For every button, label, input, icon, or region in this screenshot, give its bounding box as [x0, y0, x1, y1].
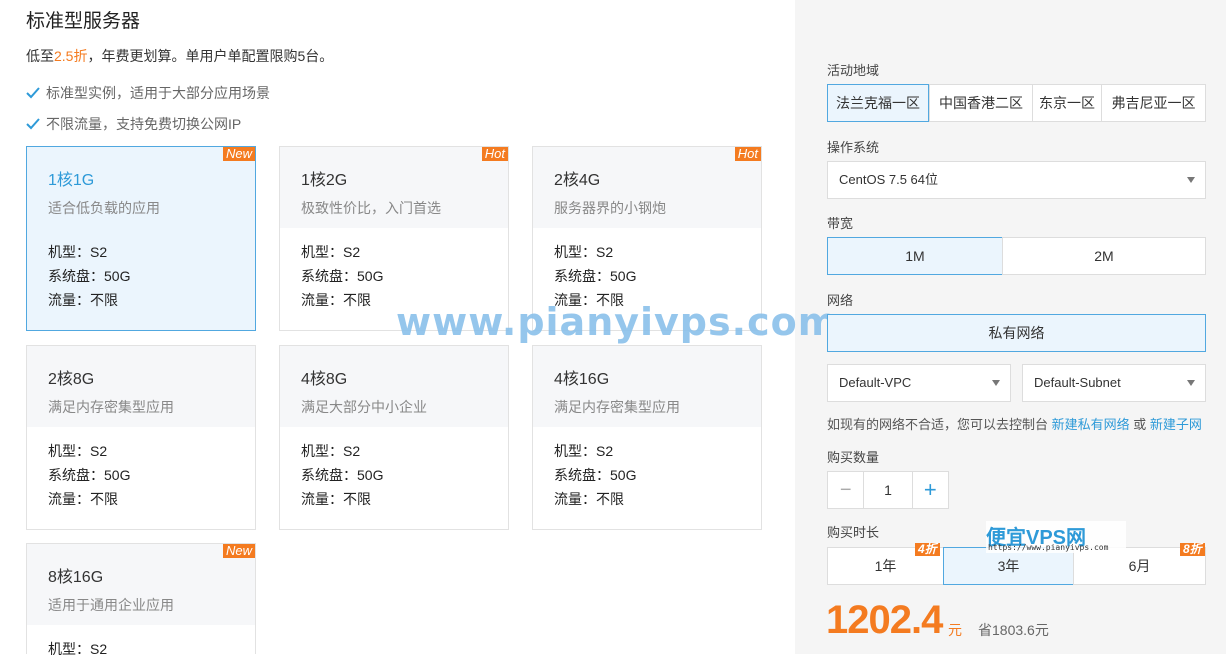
plan-traffic: 流量：不限 [48, 292, 118, 308]
plan-desc: 适用于通用企业应用 [48, 597, 174, 613]
plan-card-2c8g[interactable]: 2核8G 满足内存密集型应用 机型：S2 系统盘：50G 流量：不限 [26, 345, 256, 530]
plan-desc: 满足大部分中小企业 [301, 399, 427, 415]
page-title: 标准型服务器 [26, 11, 141, 32]
plan-desc: 满足内存密集型应用 [554, 399, 680, 415]
chevron-down-icon [1187, 380, 1195, 386]
discount-badge: 4折 [915, 543, 940, 556]
plan-desc: 服务器界的小钢炮 [554, 200, 666, 216]
plan-model: 机型：S2 [554, 244, 614, 260]
plan-desc: 极致性价比，入门首选 [301, 200, 441, 216]
plus-button[interactable]: + [911, 472, 948, 508]
site-watermark: www.pianyivps.com [396, 300, 839, 344]
price-unit: 元 [948, 622, 962, 638]
new-subnet-link[interactable]: 新建子网 [1150, 417, 1202, 432]
region-option-frankfurt[interactable]: 法兰克福一区 [827, 84, 929, 122]
plan-disk: 系统盘：50G [554, 467, 637, 483]
duration-label: 购买时长 [827, 525, 880, 540]
plan-card-8c16g[interactable]: 8核16G 适用于通用企业应用 机型：S2 New [26, 543, 256, 655]
plan-traffic: 流量：不限 [554, 491, 624, 507]
price-savings: 省1803.6元 [978, 622, 1049, 638]
logo-url: https://www.pianyivps.com [988, 543, 1109, 552]
subnet-value: Default-Subnet [1034, 375, 1121, 390]
plan-name: 8核16G [48, 569, 104, 586]
plan-model: 机型：S2 [48, 641, 108, 655]
plan-disk: 系统盘：50G [301, 467, 384, 483]
region-option-hongkong[interactable]: 中国香港二区 [929, 84, 1033, 122]
plan-card-4c8g[interactable]: 4核8G 满足大部分中小企业 机型：S2 系统盘：50G 流量：不限 [279, 345, 509, 530]
plan-card-4c16g[interactable]: 4核16G 满足内存密集型应用 机型：S2 系统盘：50G 流量：不限 [532, 345, 762, 530]
os-select[interactable]: CentOS 7.5 64位 [827, 161, 1206, 199]
bandwidth-label: 带宽 [827, 216, 854, 231]
vpc-value: Default-VPC [839, 375, 912, 390]
quantity-input[interactable]: 1 [864, 472, 911, 508]
network-label: 网络 [827, 293, 854, 308]
price-amount: 1202.4 [826, 598, 943, 642]
plan-name: 1核1G [48, 172, 95, 189]
plan-model: 机型：S2 [48, 244, 108, 260]
hot-badge: Hot [481, 147, 508, 161]
site-logo-watermark: 便宜VPS网 https://www.pianyivps.com [986, 521, 1126, 553]
vpc-select[interactable]: Default-VPC [827, 364, 1011, 402]
region-option-tokyo[interactable]: 东京一区 [1032, 84, 1102, 122]
plan-disk: 系统盘：50G [554, 268, 637, 284]
plan-desc: 满足内存密集型应用 [48, 399, 174, 415]
plan-model: 机型：S2 [48, 443, 108, 459]
promo-text: 低至2.5折，年费更划算。单用户单配置限购5台。 [26, 48, 334, 64]
plan-desc: 适合低负载的应用 [48, 200, 160, 216]
plan-model: 机型：S2 [554, 443, 614, 459]
plan-name: 2核4G [554, 172, 601, 189]
discount-highlight: 2.5折 [54, 48, 88, 64]
chevron-down-icon [992, 380, 1000, 386]
plan-disk: 系统盘：50G [48, 268, 131, 284]
check-icon [26, 87, 40, 99]
plan-model: 机型：S2 [301, 443, 361, 459]
new-badge: New [222, 544, 255, 558]
hot-badge: Hot [734, 147, 761, 161]
plan-name: 4核8G [301, 371, 348, 388]
plan-name: 4核16G [554, 371, 610, 388]
discount-badge: 8折 [1180, 543, 1205, 556]
feature-item: 标准型实例，适用于大部分应用场景 [26, 83, 270, 103]
network-type-private[interactable]: 私有网络 [827, 314, 1206, 352]
quantity-label: 购买数量 [827, 450, 880, 465]
region-option-virginia[interactable]: 弗吉尼亚一区 [1101, 84, 1206, 122]
plan-traffic: 流量：不限 [48, 491, 118, 507]
os-label: 操作系统 [827, 140, 880, 155]
plan-name: 1核2G [301, 172, 348, 189]
minus-button[interactable]: − [828, 472, 865, 508]
feature-item: 不限流量，支持免费切换公网IP [26, 114, 241, 134]
quantity-stepper: − 1 + [827, 471, 949, 509]
network-hint: 如现有的网络不合适，您可以去控制台 新建私有网络 或 新建子网 [827, 417, 1202, 432]
plan-traffic: 流量：不限 [301, 491, 371, 507]
plan-name: 2核8G [48, 371, 95, 388]
plan-disk: 系统盘：50G [48, 467, 131, 483]
os-value: CentOS 7.5 64位 [839, 172, 938, 187]
subnet-select[interactable]: Default-Subnet [1022, 364, 1206, 402]
bandwidth-option-2m[interactable]: 2M [1002, 237, 1206, 275]
region-label: 活动地域 [827, 63, 880, 78]
check-icon [26, 118, 40, 130]
new-badge: New [222, 147, 255, 161]
chevron-down-icon [1187, 177, 1195, 183]
plan-model: 机型：S2 [301, 244, 361, 260]
plan-disk: 系统盘：50G [301, 268, 384, 284]
new-vpc-link[interactable]: 新建私有网络 [1052, 417, 1130, 432]
bandwidth-option-1m[interactable]: 1M [827, 237, 1003, 275]
plan-card-1c1g[interactable]: 1核1G 适合低负载的应用 机型：S2 系统盘：50G 流量：不限 New [26, 146, 256, 331]
